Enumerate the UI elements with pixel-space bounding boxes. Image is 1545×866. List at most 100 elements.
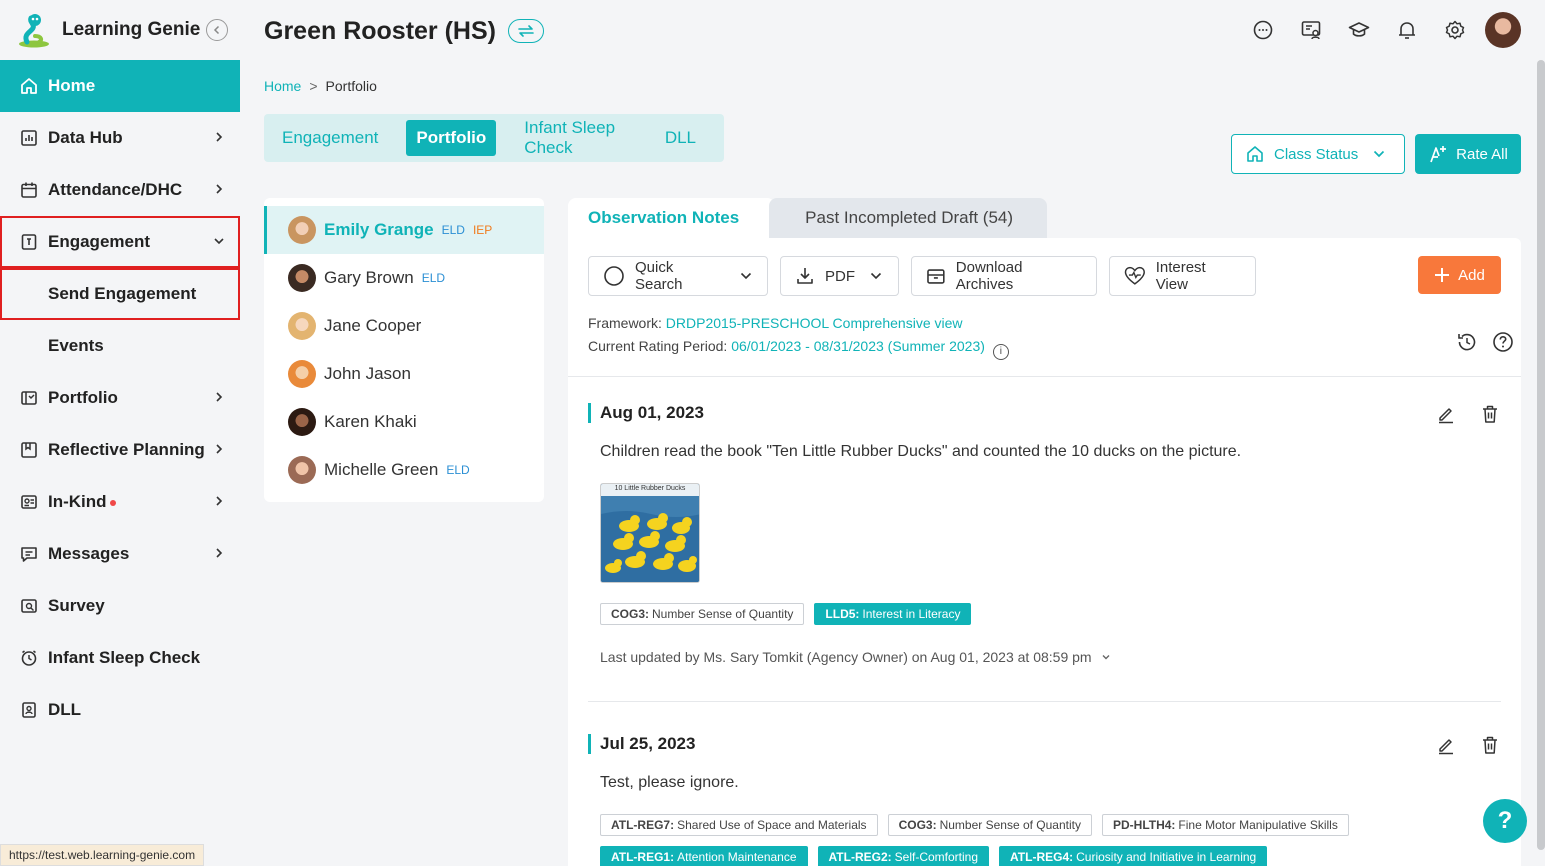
download-archives-button[interactable]: Download Archives	[911, 256, 1097, 296]
note-tags: COG3: Number Sense of Quantity LLD5: Inter…	[600, 603, 1501, 635]
child-avatar	[288, 408, 316, 436]
class-status-dropdown[interactable]: Class Status	[1231, 134, 1405, 174]
domain-tag[interactable]: PD-HLTH4: Fine Motor Manipulative Skills	[1101, 814, 1349, 836]
note-date: Aug 01, 2023	[588, 403, 1501, 423]
trash-icon[interactable]	[1479, 734, 1501, 756]
sidebar-item-send-engagement[interactable]: Send Engagement	[0, 268, 240, 320]
tab-observation-notes[interactable]: Observation Notes	[568, 198, 776, 238]
chevron-down-icon	[214, 238, 224, 245]
breadcrumb: Home > Portfolio	[264, 78, 377, 94]
history-icon[interactable]	[1456, 331, 1478, 353]
info-icon[interactable]: i	[992, 343, 1009, 360]
notification-dot	[109, 500, 116, 506]
child-list-item[interactable]: Emily Grange ELD IEP	[264, 206, 544, 254]
user-avatar[interactable]	[1485, 12, 1521, 48]
child-list-item[interactable]: Jane Cooper	[264, 302, 544, 350]
tab-portfolio[interactable]: Portfolio	[406, 120, 497, 156]
tab-infant-sleep-check[interactable]: Infant Sleep Check	[514, 118, 637, 157]
eld-tag: ELD	[421, 271, 446, 285]
add-note-button[interactable]: Add	[1418, 256, 1501, 294]
child-name: Karen Khaki	[324, 412, 417, 431]
heart-pulse-icon	[1124, 266, 1145, 285]
child-list-item[interactable]: Karen Khaki	[264, 398, 544, 446]
tag-code: ATL-REG1:	[611, 850, 675, 864]
chevron-right-icon	[216, 392, 223, 402]
note-actions	[1413, 734, 1501, 756]
sidebar-item-infant-sleep-check[interactable]: Infant Sleep Check	[0, 632, 240, 684]
graduation-cap-icon[interactable]	[1347, 18, 1371, 42]
brand[interactable]: Learning Genie	[16, 12, 200, 48]
note-actions	[1413, 403, 1501, 425]
note-divider	[588, 701, 1501, 702]
domain-tag[interactable]: ATL-REG7: Shared Use of Space and Materia…	[600, 814, 878, 836]
domain-tag[interactable]: ATL-REG1: Attention Maintenance	[600, 846, 808, 866]
tag-code: PD-HLTH4:	[1112, 818, 1176, 832]
switch-class-icon[interactable]	[507, 19, 544, 43]
sidebar-item-label: Survey	[48, 596, 105, 615]
help-button[interactable]: ?	[1483, 799, 1527, 843]
chevron-right-icon	[216, 132, 223, 142]
domain-tag[interactable]: ATL-REG2: Self-Comforting	[817, 846, 990, 866]
domain-tag[interactable]: COG3: Number Sense of Quantity	[887, 814, 1092, 836]
help-icon[interactable]	[1492, 331, 1514, 353]
note-photo[interactable]: 10 Little Rubber Ducks	[600, 483, 700, 583]
sidebar-item-label: Attendance/DHC	[48, 180, 183, 199]
sidebar-item-in-kind[interactable]: In-Kind	[0, 476, 240, 528]
sidebar-item-dll[interactable]: DLL	[0, 684, 240, 736]
tag-name: Shared Use of Space and Materials	[677, 818, 867, 832]
interest-view-button[interactable]: Interest View	[1109, 256, 1256, 296]
domain-tag[interactable]: LLD5: Interest in Literacy	[814, 603, 972, 625]
interest-view-label: Interest View	[1155, 259, 1206, 293]
portfolio-icon	[20, 389, 38, 407]
planning-icon	[20, 441, 38, 459]
tab-past-incompleted-draft[interactable]: Past Incompleted Draft (54)	[769, 198, 1048, 238]
child-list-item[interactable]: Michelle Green ELD	[264, 446, 544, 494]
bell-icon[interactable]	[1395, 18, 1419, 42]
sidebar-item-home[interactable]: Home	[0, 60, 240, 112]
chat-icon[interactable]	[1251, 18, 1275, 42]
teacher-board-icon[interactable]	[1299, 18, 1323, 42]
child-name: Michelle Green	[324, 460, 439, 479]
chevron-left-icon	[213, 25, 220, 35]
domain-tag[interactable]: ATL-REG4: Curiosity and Initiative in Lea…	[999, 846, 1268, 866]
sidebar-item-attendance[interactable]: Attendance/DHC	[0, 164, 240, 216]
sidebar-item-messages[interactable]: Messages	[0, 528, 240, 580]
chart-icon	[20, 129, 38, 147]
collapse-sidebar-button[interactable]	[206, 19, 228, 41]
child-list-item[interactable]: John Jason	[264, 350, 544, 398]
sidebar-item-survey[interactable]: Survey	[0, 580, 240, 632]
trash-icon[interactable]	[1479, 403, 1501, 425]
clock-icon	[20, 649, 38, 667]
edit-icon[interactable]	[1435, 403, 1457, 425]
framework-label: Framework:	[588, 315, 662, 331]
sidebar-item-engagement[interactable]: Engagement	[0, 216, 240, 268]
rate-all-button[interactable]: Rate All	[1415, 134, 1521, 174]
rating-period-value: 06/01/2023 - 08/31/2023 (Summer 2023)	[731, 338, 985, 354]
quick-search-dropdown[interactable]: Quick Search	[588, 256, 768, 296]
tab-engagement[interactable]: Engagement	[272, 120, 388, 156]
breadcrumb-home[interactable]: Home	[264, 78, 301, 94]
edit-icon[interactable]	[1435, 734, 1457, 756]
domain-tag[interactable]: COG3: Number Sense of Quantity	[600, 603, 805, 625]
app-name: Learning Genie	[62, 19, 201, 40]
child-list-item[interactable]: Gary Brown ELD	[264, 254, 544, 302]
sidebar-item-label: Data Hub	[48, 128, 123, 147]
image-caption: 10 Little Rubber Ducks	[614, 485, 686, 492]
pdf-dropdown[interactable]: PDF	[780, 256, 899, 296]
tab-dll[interactable]: DLL	[655, 120, 706, 156]
child-avatar	[288, 312, 316, 340]
tag-name: Number Sense of Quantity	[939, 818, 1081, 832]
tag-name: Fine Motor Manipulative Skills	[1178, 818, 1338, 832]
page-scrollbar[interactable]	[1537, 60, 1545, 850]
last-updated[interactable]: Last updated by Ms. Sary Tomkit (Agency …	[600, 649, 1501, 665]
sidebar-item-data-hub[interactable]: Data Hub	[0, 112, 240, 164]
sidebar-item-events[interactable]: Events	[0, 320, 240, 372]
sidebar-item-reflective-planning[interactable]: Reflective Planning	[0, 424, 240, 476]
tag-code: ATL-REG2:	[828, 850, 892, 864]
gear-icon[interactable]	[1443, 18, 1467, 42]
child-avatar	[288, 360, 316, 388]
sidebar-item-portfolio[interactable]: Portfolio	[0, 372, 240, 424]
framework-link[interactable]: DRDP2015-PRESCHOOL Comprehensive view	[666, 315, 963, 331]
page-title: Green Rooster (HS)	[264, 14, 544, 48]
tag-name: Interest in Literacy	[862, 607, 961, 621]
